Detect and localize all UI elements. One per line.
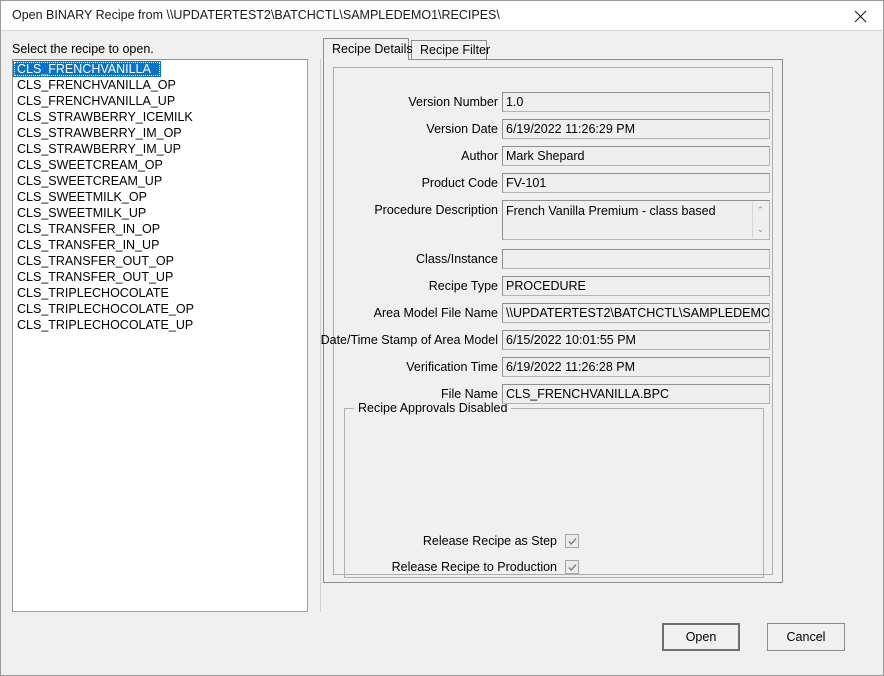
checkbox: [565, 560, 579, 574]
list-item[interactable]: CLS_TRANSFER_OUT_OP: [13, 253, 307, 269]
list-item[interactable]: CLS_STRAWBERRY_IM_OP: [13, 125, 307, 141]
list-item[interactable]: CLS_TRANSFER_IN_OP: [13, 221, 307, 237]
list-item[interactable]: CLS_TRANSFER_IN_UP: [13, 237, 307, 253]
field-input[interactable]: 1.0: [502, 92, 770, 112]
field-input[interactable]: Mark Shepard: [502, 146, 770, 166]
field-label: Version Number: [408, 95, 498, 109]
field-label: Procedure Description: [374, 203, 498, 217]
field-label: File Name: [441, 387, 498, 401]
recipe-approvals-group: Recipe Approvals Disabled Release Recipe…: [344, 401, 765, 579]
field-label: Recipe Type: [428, 279, 498, 293]
checkbox-row: Release Recipe to Production: [345, 559, 765, 579]
procedure-description-input[interactable]: French Vanilla Premium - class based ⌃ ⌄: [502, 200, 770, 240]
recipe-details-panel: Recipe Approvals Disabled Release Recipe…: [321, 59, 783, 583]
close-button[interactable]: [838, 1, 883, 30]
list-item[interactable]: CLS_TRIPLECHOCOLATE_UP: [13, 317, 307, 333]
list-item[interactable]: CLS_STRAWBERRY_IM_UP: [13, 141, 307, 157]
field-input[interactable]: 6/19/2022 11:26:28 PM: [502, 357, 770, 377]
list-item[interactable]: CLS_SWEETCREAM_UP: [13, 173, 307, 189]
field-input[interactable]: 6/19/2022 11:26:29 PM: [502, 119, 770, 139]
chevron-down-icon[interactable]: ⌄: [753, 224, 768, 234]
open-button[interactable]: Open: [662, 623, 740, 651]
field-label: Class/Instance: [416, 252, 498, 266]
list-item[interactable]: CLS_TRANSFER_OUT_UP: [13, 269, 307, 285]
list-item[interactable]: CLS_SWEETMILK_UP: [13, 205, 307, 221]
list-item[interactable]: CLS_TRIPLECHOCOLATE: [13, 285, 307, 301]
list-item[interactable]: CLS_FRENCHVANILLA_UP: [13, 93, 307, 109]
details-form: Recipe Approvals Disabled Release Recipe…: [321, 67, 773, 579]
list-item[interactable]: CLS_FRENCHVANILLA: [13, 61, 161, 77]
select-recipe-label: Select the recipe to open.: [12, 42, 154, 56]
tab-recipe-filter[interactable]: Recipe Filter: [411, 40, 490, 60]
checkbox-label: Release Recipe as Step: [422, 534, 557, 548]
field-label: Product Code: [421, 176, 498, 190]
list-item[interactable]: CLS_STRAWBERRY_ICEMILK: [13, 109, 307, 125]
field-label: Version Date: [426, 122, 498, 136]
list-item[interactable]: CLS_SWEETMILK_OP: [13, 189, 307, 205]
tab-recipe-details[interactable]: Recipe Details: [323, 38, 413, 60]
checkbox: [565, 534, 579, 548]
list-item[interactable]: CLS_SWEETCREAM_OP: [13, 157, 307, 173]
field-input[interactable]: [502, 249, 770, 269]
cancel-button[interactable]: Cancel: [767, 623, 845, 651]
field-label: Area Model File Name: [373, 306, 498, 320]
title-bar: Open BINARY Recipe from \\UPDATERTEST2\B…: [1, 1, 883, 31]
checkbox-row: Release Recipe as Step: [345, 533, 765, 553]
field-input[interactable]: 6/15/2022 10:01:55 PM: [502, 330, 770, 350]
recipe-list[interactable]: CLS_FRENCHVANILLA CLS_FRENCHVANILLA_OP CLS…: [12, 59, 308, 612]
field-label: Date/Time Stamp of Area Model: [320, 333, 498, 347]
chevron-up-icon[interactable]: ⌃: [753, 205, 768, 215]
field-label: Author: [461, 149, 498, 163]
field-input[interactable]: \\UPDATERTEST2\BATCHCTL\SAMPLEDEMO1\RE: [502, 303, 770, 323]
field-input[interactable]: FV-101: [502, 173, 770, 193]
open-recipe-dialog: Open BINARY Recipe from \\UPDATERTEST2\B…: [0, 0, 884, 676]
textarea-scrollbar[interactable]: ⌃ ⌄: [752, 202, 768, 238]
procedure-description-value: French Vanilla Premium - class based: [506, 204, 716, 218]
field-input[interactable]: CLS_FRENCHVANILLA.BPC: [502, 384, 770, 404]
list-item[interactable]: CLS_FRENCHVANILLA_OP: [13, 77, 307, 93]
recipe-approvals-group-title: Recipe Approvals Disabled: [354, 401, 512, 415]
field-input[interactable]: PROCEDURE: [502, 276, 770, 296]
field-label: Verification Time: [406, 360, 498, 374]
checkbox-label: Release Recipe to Production: [391, 560, 557, 574]
list-item[interactable]: CLS_TRIPLECHOCOLATE_OP: [13, 301, 307, 317]
dialog-title: Open BINARY Recipe from \\UPDATERTEST2\B…: [12, 8, 500, 22]
